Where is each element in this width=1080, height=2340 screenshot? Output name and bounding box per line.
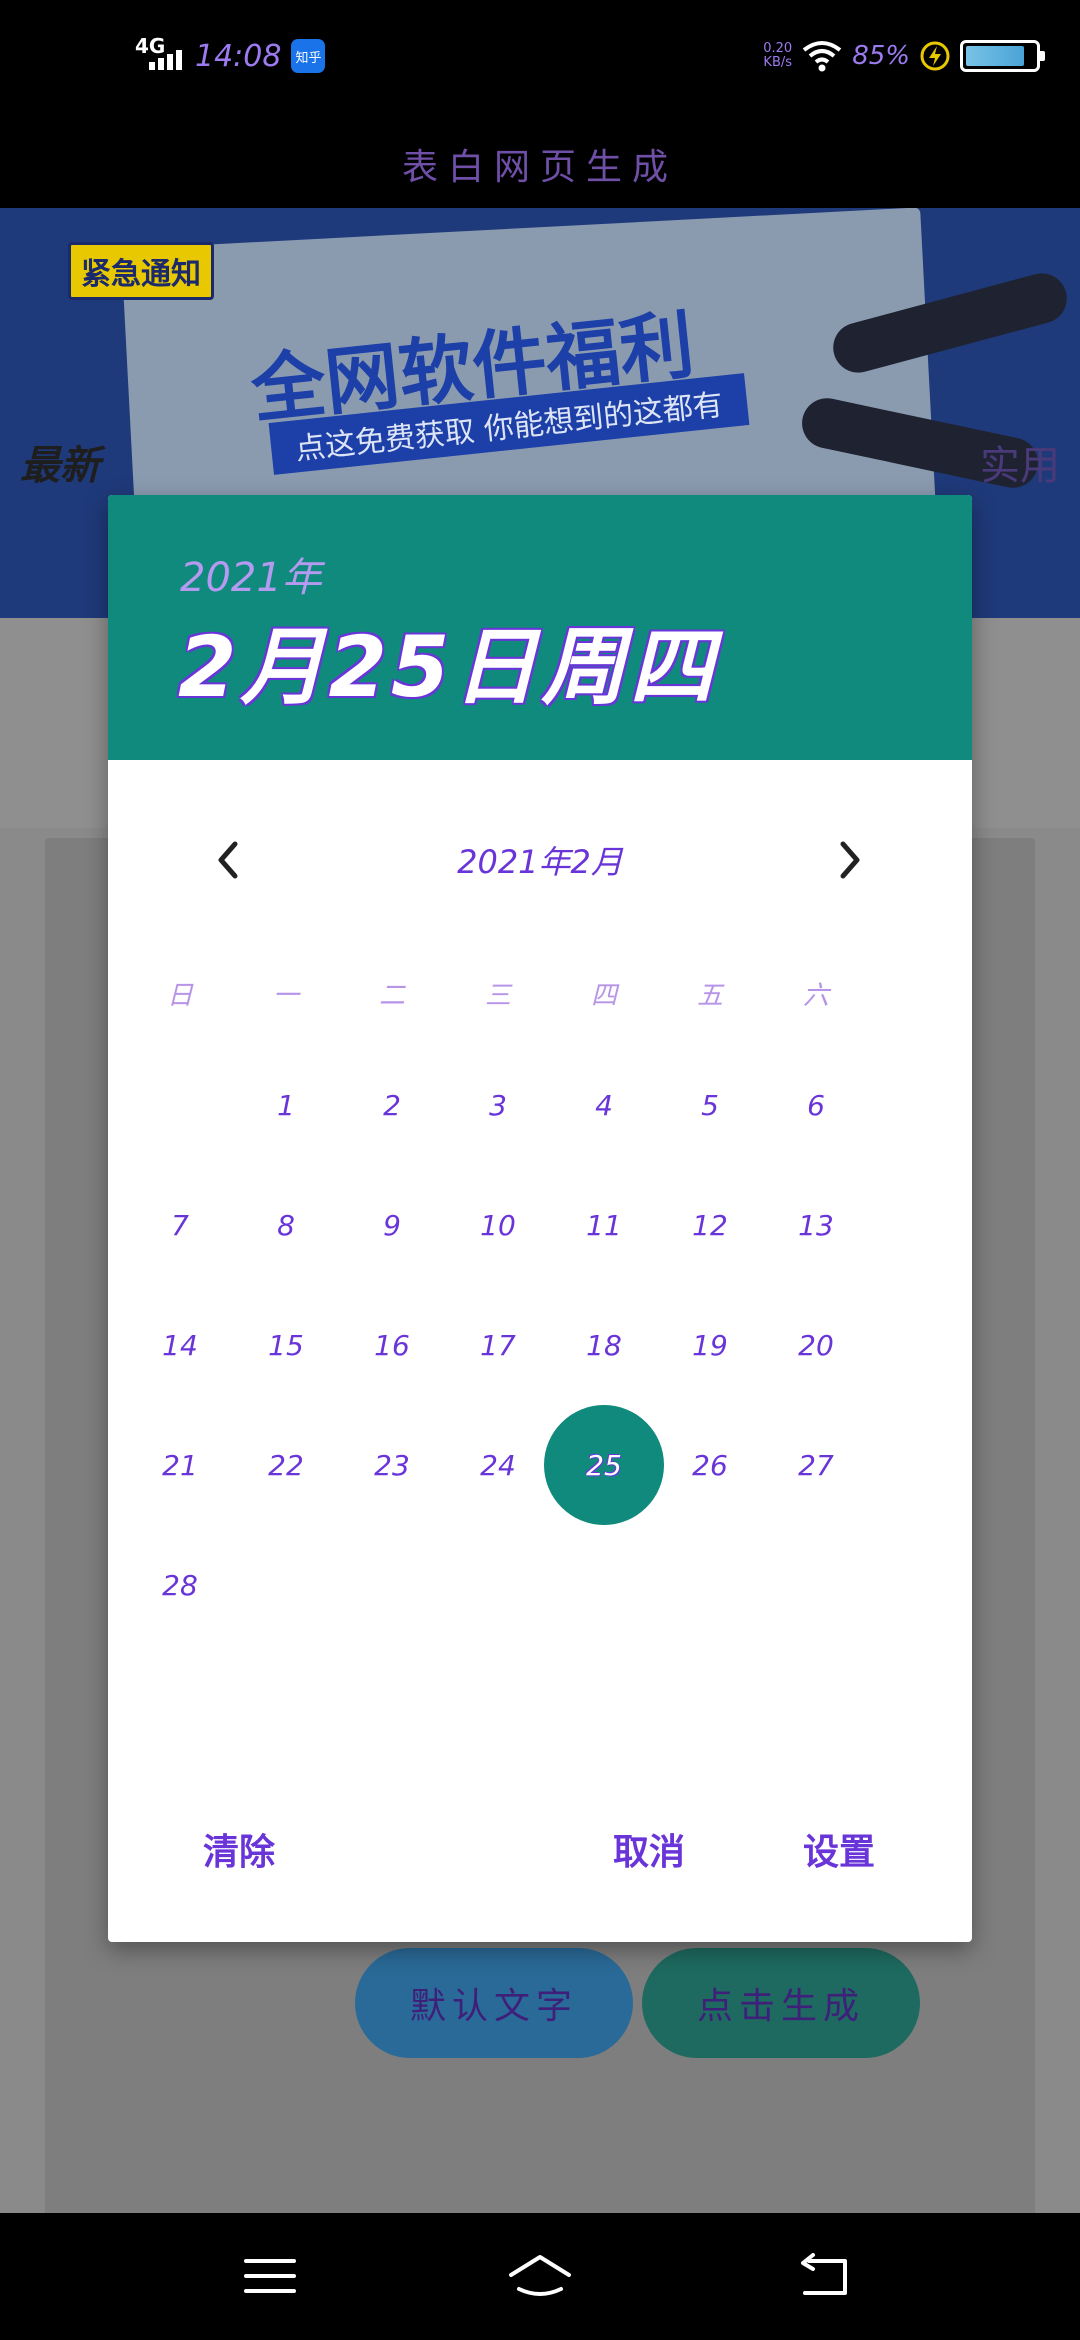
weekday-header: 日一二三四五六 xyxy=(108,975,972,1015)
home-icon xyxy=(509,2255,571,2296)
net-speed: 0.20 KB/s xyxy=(763,42,792,70)
chevron-right-icon xyxy=(840,841,860,879)
weekday-label: 二 xyxy=(378,981,405,1011)
selected-year[interactable]: 2021年 xyxy=(180,545,322,603)
weekday-label: 三 xyxy=(484,981,511,1011)
cellular-signal-icon: 4G xyxy=(135,34,185,74)
calendar-day[interactable]: 26 xyxy=(670,1425,750,1505)
calendar-day[interactable]: 14 xyxy=(140,1305,220,1385)
zhihu-app-icon: 知乎 xyxy=(291,39,326,73)
calendar-day[interactable]: 15 xyxy=(246,1305,326,1385)
selected-date[interactable]: 2月25日周四 xyxy=(178,600,717,721)
calendar-day-selected[interactable]: 25 xyxy=(544,1405,664,1525)
weekday-label: 四 xyxy=(590,981,617,1011)
calendar-day[interactable]: 20 xyxy=(776,1305,856,1385)
calendar-grid: 1 2 3 4 5 6 7 8 9 10 11 12 13 14 15 16 17 18 19 20 21 22 23 24 2… xyxy=(108,1065,972,1665)
calendar-day[interactable]: 11 xyxy=(564,1185,644,1265)
recent-apps-button[interactable] xyxy=(230,2243,310,2309)
calendar-day[interactable]: 23 xyxy=(352,1425,432,1505)
calendar-day[interactable]: 13 xyxy=(776,1185,856,1265)
weekday-label: 五 xyxy=(696,981,723,1011)
status-time: 14:08 xyxy=(195,38,282,74)
set-button[interactable]: 设置 xyxy=(803,1823,875,1875)
charging-bolt-icon xyxy=(920,41,950,71)
status-left: 4G 14:08 知乎 xyxy=(135,34,326,74)
calendar-day[interactable]: 27 xyxy=(776,1425,856,1505)
next-month-button[interactable] xyxy=(825,835,875,885)
menu-icon xyxy=(244,2259,296,2293)
calendar-day[interactable]: 8 xyxy=(246,1185,326,1265)
calendar-day[interactable]: 4 xyxy=(564,1065,644,1145)
date-picker-dialog: 2021年 2月25日周四 2021年2月 日一二三四五六 1234567891… xyxy=(108,495,972,1942)
net-speed-unit: KB/s xyxy=(763,55,793,70)
calendar-day[interactable]: 28 xyxy=(140,1545,220,1625)
calendar-day[interactable]: 12 xyxy=(670,1185,750,1265)
calendar-day[interactable]: 24 xyxy=(458,1425,538,1505)
calendar-day[interactable]: 10 xyxy=(458,1185,538,1265)
weekday-label: 一 xyxy=(272,981,299,1011)
cancel-button[interactable]: 取消 xyxy=(613,1823,685,1875)
calendar-day[interactable]: 18 xyxy=(564,1305,644,1385)
home-button[interactable] xyxy=(500,2243,580,2309)
calendar-day[interactable]: 6 xyxy=(776,1065,856,1145)
battery-percent: 85% xyxy=(852,41,910,71)
weekday-label: 日 xyxy=(166,981,193,1011)
clear-button[interactable]: 清除 xyxy=(203,1823,275,1875)
status-bar: 4G 14:08 知乎 0.20 KB/s 85% xyxy=(0,0,1080,120)
back-icon xyxy=(801,2253,847,2295)
calendar-day[interactable]: 3 xyxy=(458,1065,538,1145)
status-right: 0.20 KB/s 85% xyxy=(763,40,1045,72)
month-navigation: 2021年2月 xyxy=(108,825,972,895)
calendar-day[interactable]: 7 xyxy=(140,1185,220,1265)
wifi-icon xyxy=(802,41,842,72)
calendar-day[interactable]: 17 xyxy=(458,1305,538,1385)
calendar-day[interactable]: 5 xyxy=(670,1065,750,1145)
date-picker-header: 2021年 2月25日周四 xyxy=(108,495,972,760)
app-title: 表白网页生成 xyxy=(401,147,678,188)
calendar-day[interactable]: 21 xyxy=(140,1425,220,1505)
calendar-day[interactable]: 2 xyxy=(352,1065,432,1145)
back-button[interactable] xyxy=(783,2243,863,2309)
system-nav-bar xyxy=(0,2213,1080,2340)
app-header: 表白网页生成 xyxy=(0,120,1080,208)
calendar-day[interactable]: 19 xyxy=(670,1305,750,1385)
battery-fill xyxy=(966,46,1024,66)
net-speed-value: 0.20 xyxy=(763,41,793,56)
battery-icon xyxy=(960,40,1045,72)
calendar-day[interactable]: 9 xyxy=(352,1185,432,1265)
calendar-day[interactable]: 22 xyxy=(246,1425,326,1505)
calendar-day[interactable]: 1 xyxy=(246,1065,326,1145)
dialog-actions: 清除 取消 设置 xyxy=(108,1813,972,1893)
weekday-label: 六 xyxy=(802,981,829,1011)
calendar-day[interactable]: 16 xyxy=(352,1305,432,1385)
